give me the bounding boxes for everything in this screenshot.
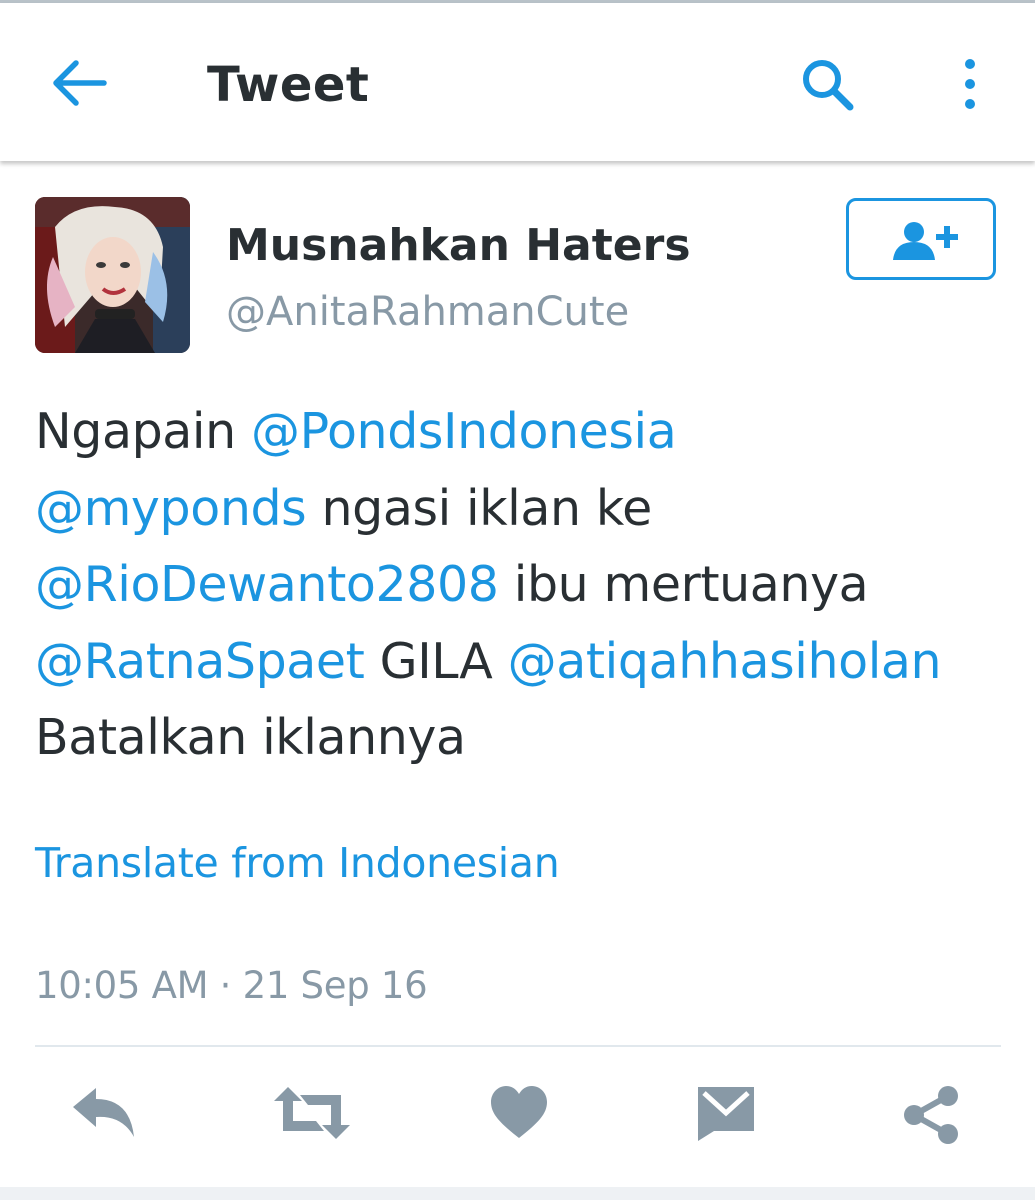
app-bar: Tweet <box>0 3 1035 161</box>
bottom-edge <box>0 1187 1035 1200</box>
page-title: Tweet <box>207 57 370 113</box>
divider <box>35 1045 1001 1047</box>
tweet-text-line: Ngapain @PondsIndonesia <box>35 394 1025 471</box>
tweet-text-line: Batalkan iklannya <box>35 700 1025 777</box>
tweet-text-segment: GILA <box>364 632 508 690</box>
tweet-text-line: @RioDewanto2808 ibu mertuanya <box>35 547 1025 624</box>
author-display-name[interactable]: Musnahkan Haters <box>226 217 691 275</box>
tweet-text-segment: ibu mertuanya <box>498 556 869 613</box>
avatar[interactable] <box>35 197 190 353</box>
tweet-timestamp: 10:05 AM · 21 Sep 16 <box>35 964 428 1007</box>
follow-button[interactable] <box>846 198 996 280</box>
mention-link[interactable]: @myponds <box>35 480 307 537</box>
mention-link[interactable]: @PondsIndonesia <box>251 403 677 460</box>
search-icon[interactable] <box>800 57 856 113</box>
retweet-icon[interactable] <box>272 1085 352 1145</box>
share-icon[interactable] <box>900 1085 962 1149</box>
tweet-text-line: @myponds ngasi iklan ke <box>35 471 1025 548</box>
like-icon[interactable] <box>490 1085 548 1145</box>
reply-icon[interactable] <box>70 1085 138 1145</box>
tweet-text-segment: Ngapain <box>35 403 251 460</box>
more-vertical-icon[interactable] <box>955 59 985 115</box>
translate-link[interactable]: Translate from Indonesian <box>35 834 560 892</box>
mention-link[interactable]: @RatnaSpaet <box>35 633 365 690</box>
tweet-text-segment: Batalkan iklannya <box>35 709 466 766</box>
tweet-text: Ngapain @PondsIndonesia @myponds ngasi ik… <box>35 394 1025 777</box>
tweet-text-line: @RatnaSpaet GILA @atiqahhasiholan <box>35 624 1025 701</box>
mention-link[interactable]: @atiqahhasiholan <box>508 633 942 690</box>
author-handle[interactable]: @AnitaRahmanCute <box>226 284 629 340</box>
direct-message-icon[interactable] <box>696 1085 756 1145</box>
mention-link[interactable]: @RioDewanto2808 <box>35 556 499 613</box>
tweet-text-segment: ngasi iklan ke <box>306 479 652 537</box>
arrow-left-icon[interactable] <box>52 58 110 108</box>
